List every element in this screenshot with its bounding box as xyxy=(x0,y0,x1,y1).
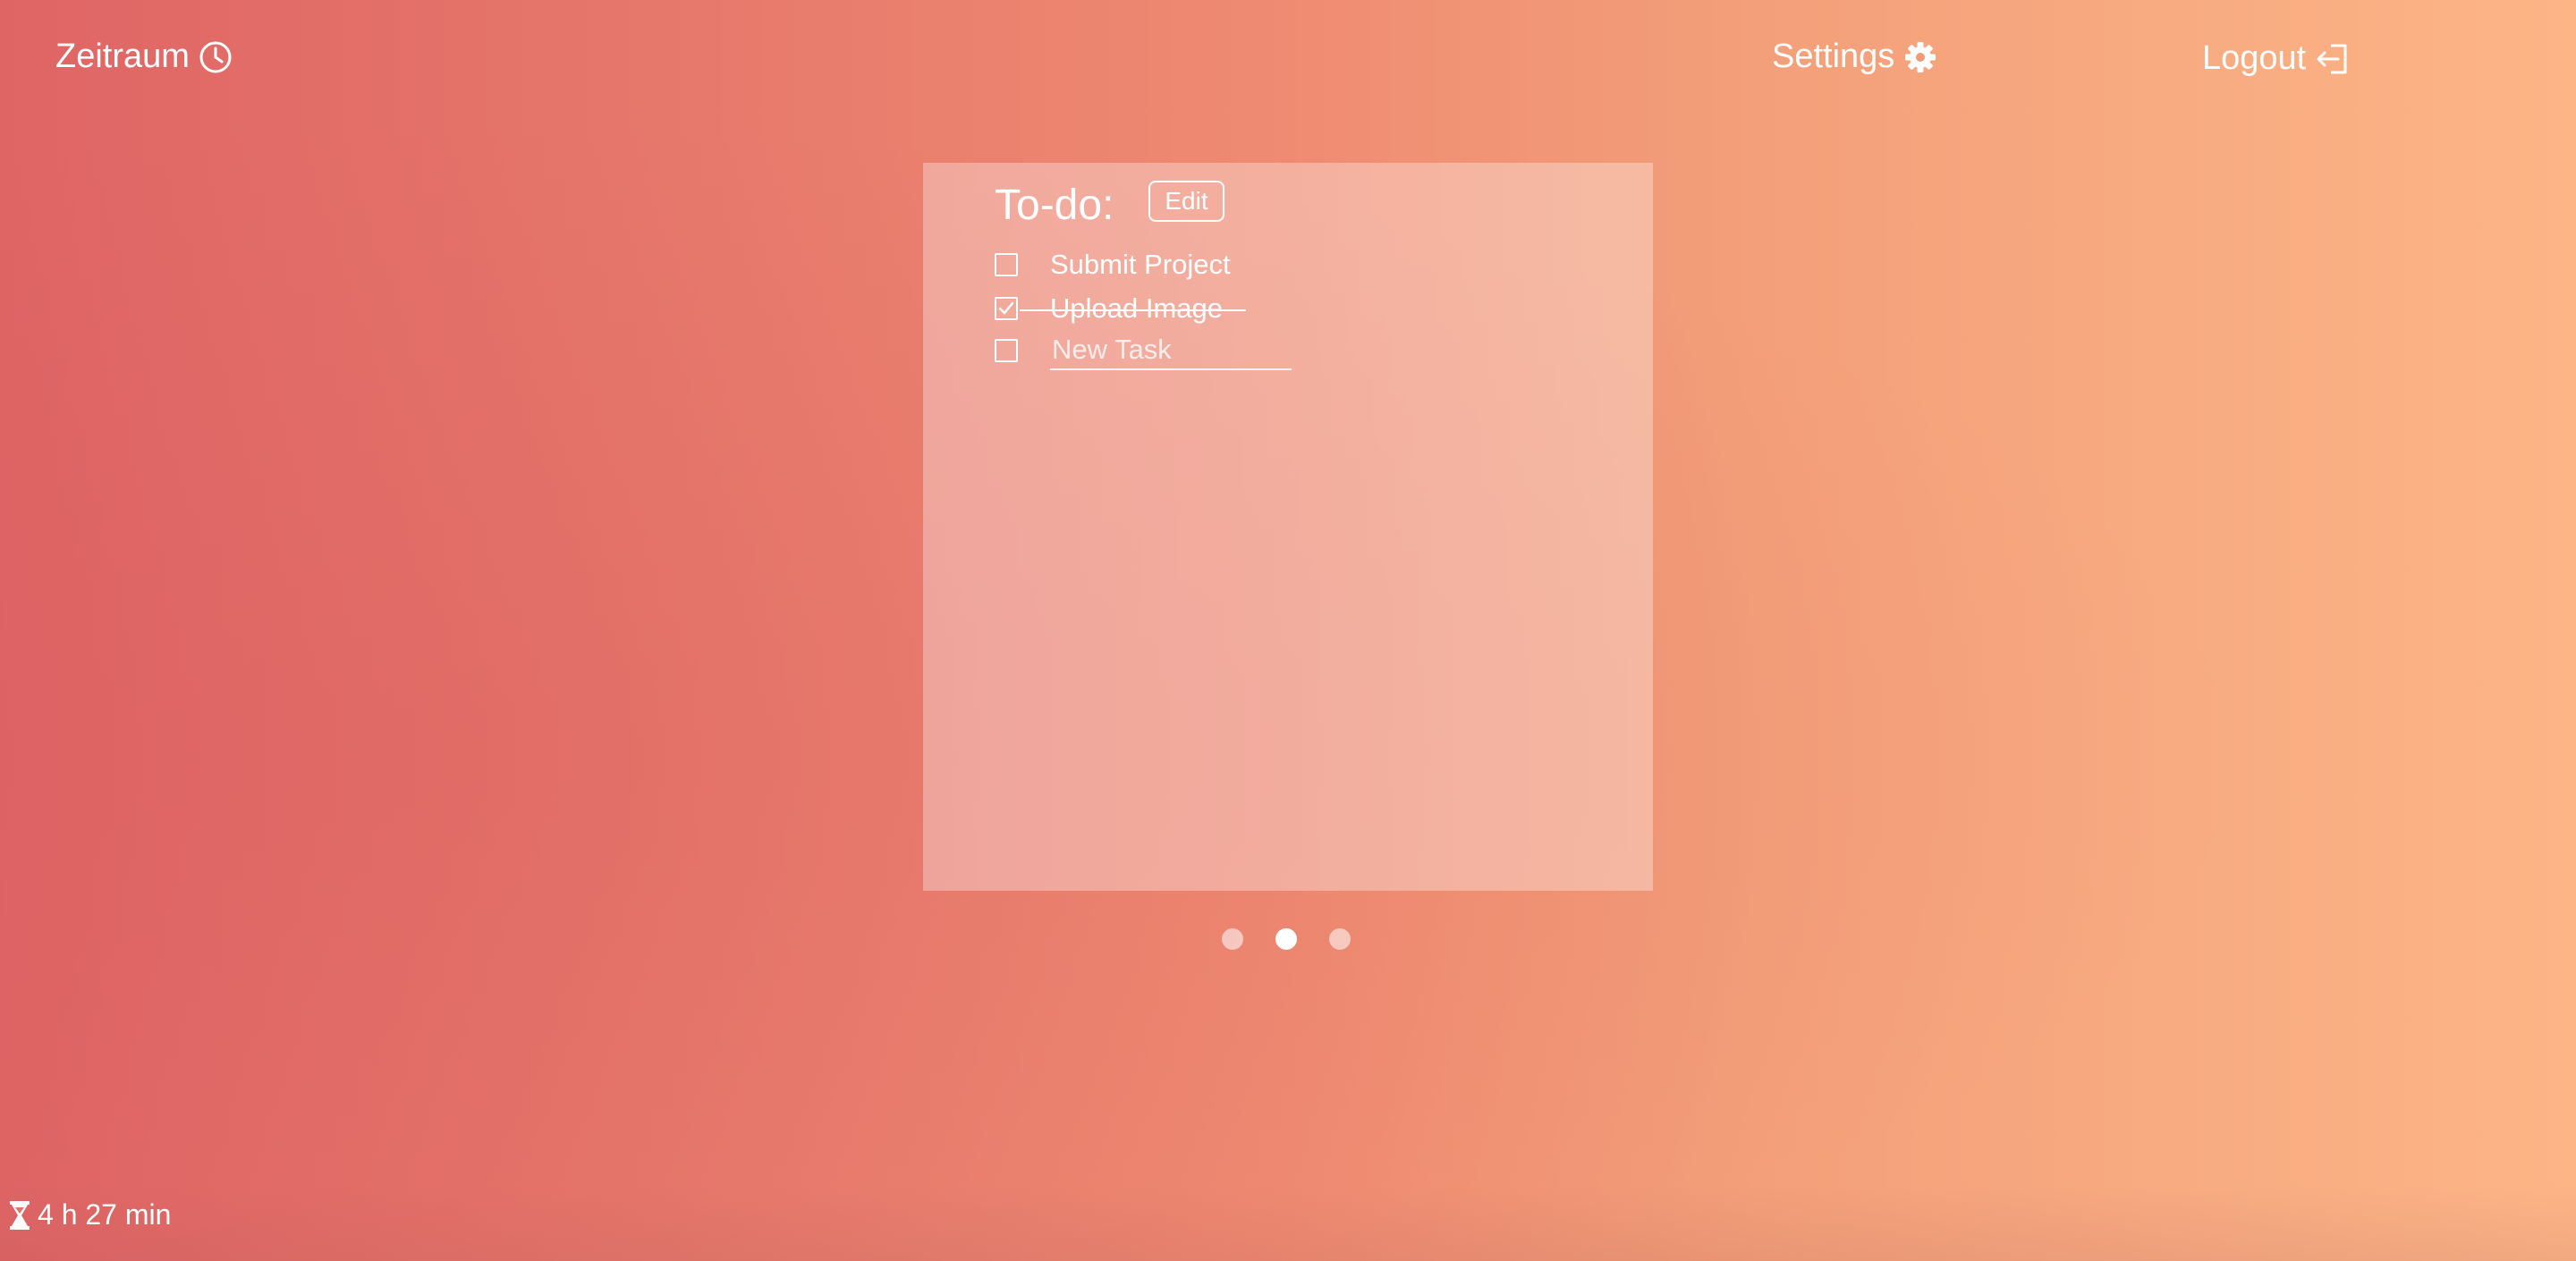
page-indicator xyxy=(1222,928,1351,950)
task-checkbox-checked[interactable] xyxy=(995,297,1018,320)
session-timer: 4 h 27 min xyxy=(9,1198,171,1231)
new-task-row xyxy=(995,331,1292,370)
task-label-completed: Upload Image xyxy=(1019,292,1247,324)
page-dot[interactable] xyxy=(1329,928,1351,950)
new-task-input[interactable] xyxy=(1050,331,1292,370)
edit-button[interactable]: Edit xyxy=(1148,181,1224,222)
timer-text: 4 h 27 min xyxy=(38,1198,172,1231)
logout-icon xyxy=(2315,42,2351,76)
brand-link[interactable]: Zeitraum xyxy=(55,38,233,76)
logout-link[interactable]: Logout xyxy=(2202,39,2351,78)
brand-label: Zeitraum xyxy=(55,38,190,75)
new-task-checkbox[interactable] xyxy=(995,339,1018,362)
page-dot[interactable] xyxy=(1222,928,1243,950)
todo-card: To-do: Edit Submit Project Upload Image xyxy=(923,163,1653,891)
task-item: Upload Image xyxy=(995,291,1247,326)
page-dot-active[interactable] xyxy=(1275,928,1297,950)
checkmark-icon xyxy=(998,301,1014,315)
task-item: Submit Project xyxy=(995,247,1231,283)
gear-icon xyxy=(1903,40,1937,74)
settings-label: Settings xyxy=(1772,38,1895,75)
settings-link[interactable]: Settings xyxy=(1772,38,1937,76)
task-label: Submit Project xyxy=(1050,249,1231,280)
task-checkbox[interactable] xyxy=(995,253,1018,276)
clock-icon xyxy=(199,40,233,74)
logout-label: Logout xyxy=(2202,39,2307,77)
todo-title: To-do: xyxy=(995,182,1114,229)
hourglass-icon xyxy=(9,1200,30,1231)
